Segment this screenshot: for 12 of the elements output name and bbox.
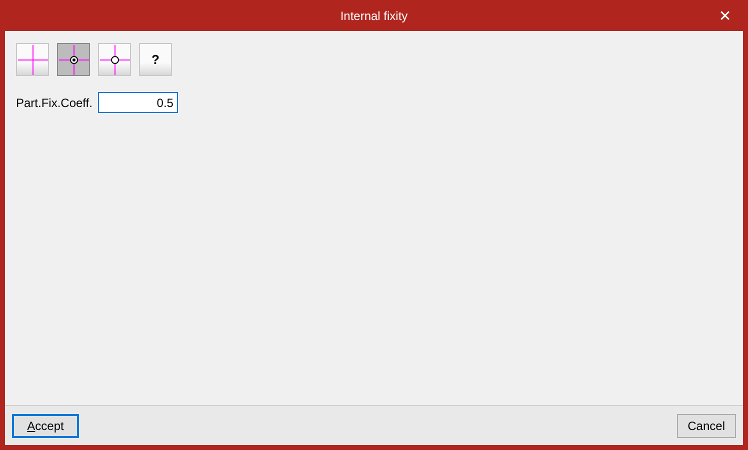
- window-title: Internal fixity: [340, 8, 408, 22]
- field-label: Part.Fix.Coeff.: [16, 96, 92, 110]
- cancel-button[interactable]: Cancel: [676, 414, 736, 438]
- cross-icon: [18, 44, 48, 74]
- hinge-icon: [100, 44, 130, 74]
- coefficient-field[interactable]: 0.5: [98, 92, 178, 113]
- toolbar-button[interactable]: [57, 43, 90, 76]
- close-button[interactable]: ✕: [707, 0, 743, 31]
- help-button[interactable]: ?: [139, 43, 172, 76]
- accept-button[interactable]: Accept: [12, 414, 79, 438]
- partial-joint-icon: [58, 44, 88, 74]
- toolbar-button[interactable]: [98, 43, 131, 76]
